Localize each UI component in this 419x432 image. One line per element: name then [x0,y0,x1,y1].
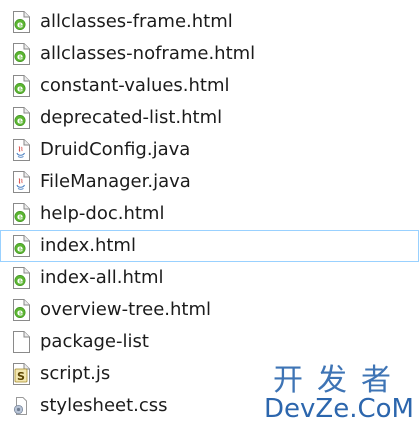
file-row-filemanager[interactable]: FileManager.java [0,166,419,198]
html-file-icon: e [12,299,30,321]
svg-text:e: e [17,85,23,95]
html-file-icon: e [12,267,30,289]
file-name: overview-tree.html [40,299,212,320]
file-name: DruidConfig.java [40,139,191,160]
file-name: script.js [40,363,111,384]
file-name: index-all.html [40,267,164,288]
svg-text:e: e [17,309,23,319]
watermark-line2: DevZe.CoM [264,394,414,424]
watermark-logo: 开发者 DevZe.CoM [262,364,416,426]
file-row-package-list[interactable]: package-list [0,326,419,358]
html-file-icon: e [12,203,30,225]
file-row-constant-values[interactable]: e constant-values.html [0,70,419,102]
html-file-icon: e [12,75,30,97]
svg-text:e: e [17,277,23,287]
file-name: FileManager.java [40,171,191,192]
svg-text:e: e [17,245,23,255]
file-name: allclasses-noframe.html [40,43,256,64]
js-file-icon: S [12,363,30,385]
file-row-druidconfig[interactable]: DruidConfig.java [0,134,419,166]
html-file-icon: e [12,107,30,129]
svg-text:e: e [17,53,23,63]
file-name: index.html [40,235,136,256]
file-row-deprecated-list[interactable]: e deprecated-list.html [0,102,419,134]
file-row-index[interactable]: e index.html [0,230,419,262]
html-file-icon: e [12,11,30,33]
blank-file-icon [12,331,30,353]
file-list: e allclasses-frame.html e allclasses-nof… [0,6,419,422]
html-file-icon: e [12,43,30,65]
file-name: help-doc.html [40,203,165,224]
file-name: stylesheet.css [40,395,168,416]
svg-text:S: S [17,370,25,383]
svg-text:e: e [17,21,23,31]
watermark-line1: 开发者 [273,363,405,398]
file-row-index-all[interactable]: e index-all.html [0,262,419,294]
java-file-icon [12,139,30,161]
file-row-help-doc[interactable]: e help-doc.html [0,198,419,230]
file-name: deprecated-list.html [40,107,223,128]
file-row-allclasses-frame[interactable]: e allclasses-frame.html [0,6,419,38]
svg-text:e: e [17,213,23,223]
file-name: package-list [40,331,149,352]
java-file-icon [12,171,30,193]
file-row-allclasses-noframe[interactable]: e allclasses-noframe.html [0,38,419,70]
file-row-overview-tree[interactable]: e overview-tree.html [0,294,419,326]
file-name: allclasses-frame.html [40,11,233,32]
file-name: constant-values.html [40,75,230,96]
css-file-icon [12,395,30,417]
html-file-icon: e [12,235,30,257]
svg-text:e: e [17,117,23,127]
